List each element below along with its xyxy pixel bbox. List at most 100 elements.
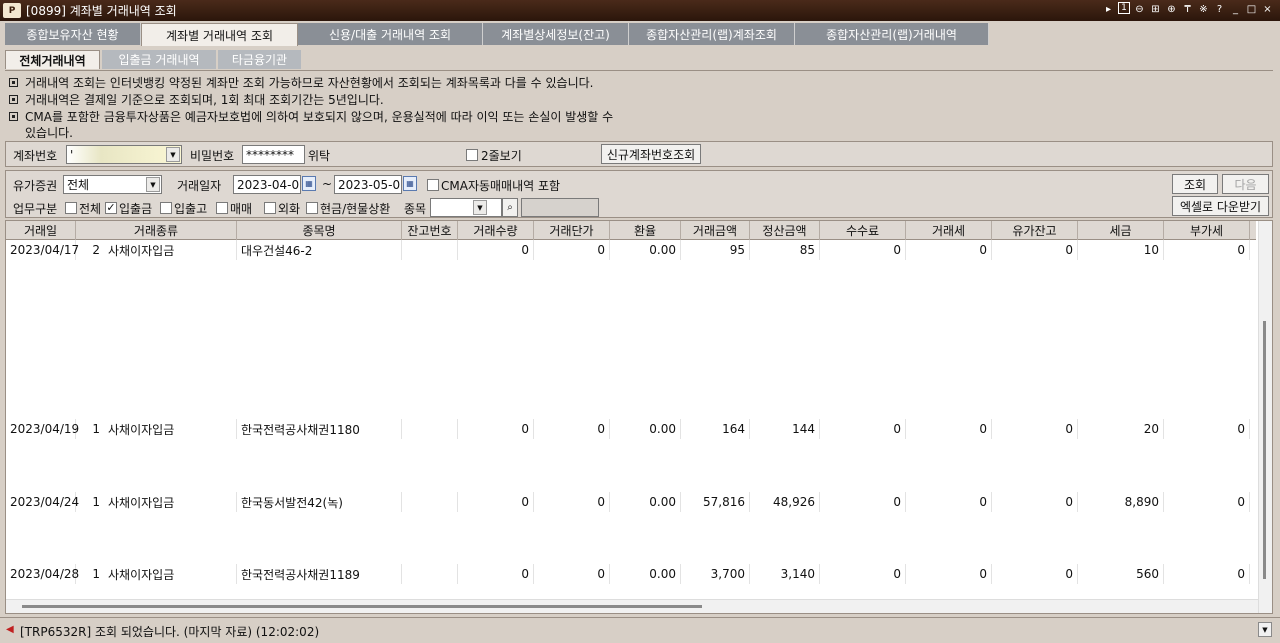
column-header[interactable]: 잔고번호 (402, 221, 458, 240)
tab-other-institutions[interactable]: 타금융기관 (218, 50, 301, 69)
date-to-input[interactable]: 2023-05-01 (334, 175, 402, 194)
tab-deposit-withdrawal[interactable]: 입출금 거래내역 (102, 50, 216, 69)
maximize-icon[interactable]: □ (1245, 2, 1258, 17)
column-header[interactable]: 거래종류 (76, 221, 237, 240)
chevron-down-icon[interactable]: ▼ (146, 177, 160, 192)
zoom-fit-icon[interactable]: ⊞ (1149, 2, 1162, 17)
item-label: 종목 (404, 202, 427, 216)
next-button[interactable]: 다음 (1222, 174, 1269, 194)
column-header[interactable]: 거래일 (6, 221, 76, 240)
chevron-down-icon[interactable]: ▼ (473, 200, 487, 215)
date-from-input[interactable]: 2023-04-01 (233, 175, 301, 194)
excel-download-button[interactable]: 엑셀로 다운받기 (1172, 196, 1269, 216)
search-icon[interactable]: ⌕ (502, 198, 518, 217)
date-separator: ~ (322, 177, 333, 191)
table-row[interactable]: 2023/04/24 1 사채이자입금 한국동서발전42(녹) 0 0 0.00… (6, 492, 1256, 512)
tab-wrap-account[interactable]: 종합자산관리(랩)계좌조회 (629, 23, 795, 45)
vertical-scrollbar[interactable] (1258, 221, 1272, 613)
horizontal-scrollbar[interactable] (6, 599, 1258, 613)
cell-vat: 0 (1164, 564, 1250, 584)
zoom-in-icon[interactable]: ⊕ (1165, 2, 1178, 17)
tab-wrap-transactions[interactable]: 종합자산관리(랩)거래내역 (795, 23, 989, 45)
tab-asset-overview[interactable]: 종합보유자산 현황 (5, 23, 141, 45)
chevron-down-icon[interactable]: ▼ (1258, 622, 1272, 637)
speaker-icon: ◀ (6, 624, 14, 635)
bullet-icon (9, 78, 18, 87)
zoom-out-icon[interactable]: ⊖ (1133, 2, 1146, 17)
new-account-search-button[interactable]: 신규계좌번호조회 (601, 144, 701, 164)
cell-type: 사채이자입금 (104, 492, 237, 512)
close-icon[interactable]: × (1261, 2, 1274, 17)
cell-balance-no (402, 419, 458, 439)
cma-auto-checkbox[interactable] (427, 179, 439, 191)
column-header[interactable]: 정산금액 (750, 221, 820, 240)
pin-icon[interactable]: ₸ (1181, 2, 1194, 17)
column-header[interactable]: 부가세 (1164, 221, 1250, 240)
screen-number-icon[interactable]: 1 (1118, 2, 1130, 14)
window-title: [0899] 계좌별 거래내역 조회 (26, 4, 177, 18)
item-select[interactable]: ▼ (430, 198, 502, 217)
cell-fee: 0 (820, 492, 906, 512)
cell-fee: 0 (820, 240, 906, 260)
opt-repay-checkbox[interactable] (306, 202, 318, 214)
column-header[interactable]: 거래단가 (534, 221, 610, 240)
notice-text: 있습니다. (25, 126, 73, 140)
vertical-scroll-thumb[interactable] (1263, 321, 1266, 579)
minimize-icon[interactable]: _ (1229, 2, 1242, 17)
tab-account-detail[interactable]: 계좌별상세정보(잔고) (483, 23, 629, 45)
horizontal-scroll-thumb[interactable] (22, 605, 702, 608)
opt-all-checkbox[interactable] (65, 202, 77, 214)
double-view-checkbox[interactable] (466, 149, 478, 161)
opt-trade-checkbox[interactable] (216, 202, 228, 214)
cell-tax: 8,890 (1078, 492, 1164, 512)
table-row[interactable]: 2023/04/19 1 사채이자입금 한국전력공사채권1180 0 0 0.0… (6, 419, 1256, 439)
cell-date: 2023/04/17 (6, 240, 79, 260)
arrow-icon[interactable]: ▸ (1102, 2, 1115, 17)
chevron-down-icon[interactable]: ▼ (166, 147, 180, 162)
opt-all-label: 전체 (79, 202, 102, 216)
cell-balance-no (402, 240, 458, 260)
cell-price: 0 (534, 240, 610, 260)
opt-fx-checkbox[interactable] (264, 202, 276, 214)
cell-amount: 57,816 (681, 492, 750, 512)
opt-inout-money-checkbox[interactable]: ✓ (105, 202, 117, 214)
tab-all-transactions[interactable]: 전체거래내역 (5, 50, 100, 69)
cell-price: 0 (534, 564, 610, 584)
column-header[interactable]: 종목명 (237, 221, 402, 240)
cell-price: 0 (534, 492, 610, 512)
cell-stock-balance: 0 (992, 419, 1078, 439)
help-icon[interactable]: ? (1213, 2, 1226, 17)
biz-type-label: 업무구분 (13, 202, 58, 216)
calendar-icon[interactable]: ▦ (302, 176, 316, 191)
column-header[interactable]: 거래세 (906, 221, 992, 240)
column-header[interactable]: 거래수량 (458, 221, 534, 240)
search-button[interactable]: 조회 (1172, 174, 1218, 194)
cell-settle: 48,926 (750, 492, 820, 512)
account-number-select[interactable]: ' ▼ (66, 145, 182, 164)
column-header[interactable]: 거래금액 (681, 221, 750, 240)
cell-seq: 1 (92, 495, 100, 509)
app-logo: P (3, 3, 21, 18)
cell-name: 한국전력공사채권1189 (237, 564, 402, 584)
calendar-icon[interactable]: ▦ (403, 176, 417, 191)
column-header[interactable]: 유가잔고 (992, 221, 1078, 240)
account-type-label: 위탁 (308, 149, 331, 163)
table-row[interactable]: 2023/04/17 2 사채이자입금 대우건설46-2 0 0 0.00 95… (6, 240, 1256, 260)
table-row[interactable]: 2023/04/28 1 사채이자입금 한국전력공사채권1189 0 0 0.0… (6, 564, 1256, 584)
column-header[interactable]: 수수료 (820, 221, 906, 240)
securities-select[interactable]: 전체 ▼ (63, 175, 162, 194)
cell-balance-no (402, 492, 458, 512)
tab-account-transactions[interactable]: 계좌별 거래내역 조회 (141, 23, 298, 46)
account-panel: 계좌번호 ' ▼ 비밀번호 ******** 위탁 2줄보기 신규계좌번호조회 (5, 141, 1273, 167)
column-header[interactable]: 환율 (610, 221, 681, 240)
notice-text: 거래내역 조회는 인터넷뱅킹 약정된 계좌만 조회 가능하므로 자산현황에서 조… (25, 76, 594, 90)
settings-icon[interactable]: ※ (1197, 2, 1210, 17)
opt-inout-stock-checkbox[interactable] (160, 202, 172, 214)
cell-tx-tax: 0 (906, 564, 992, 584)
opt-fx-label: 외화 (278, 202, 301, 216)
tab-credit-loan[interactable]: 신용/대출 거래내역 조회 (298, 23, 483, 45)
cell-amount: 164 (681, 419, 750, 439)
column-header[interactable]: 세금 (1078, 221, 1164, 240)
password-input[interactable]: ******** (242, 145, 305, 164)
securities-label: 유가증권 (13, 179, 58, 193)
